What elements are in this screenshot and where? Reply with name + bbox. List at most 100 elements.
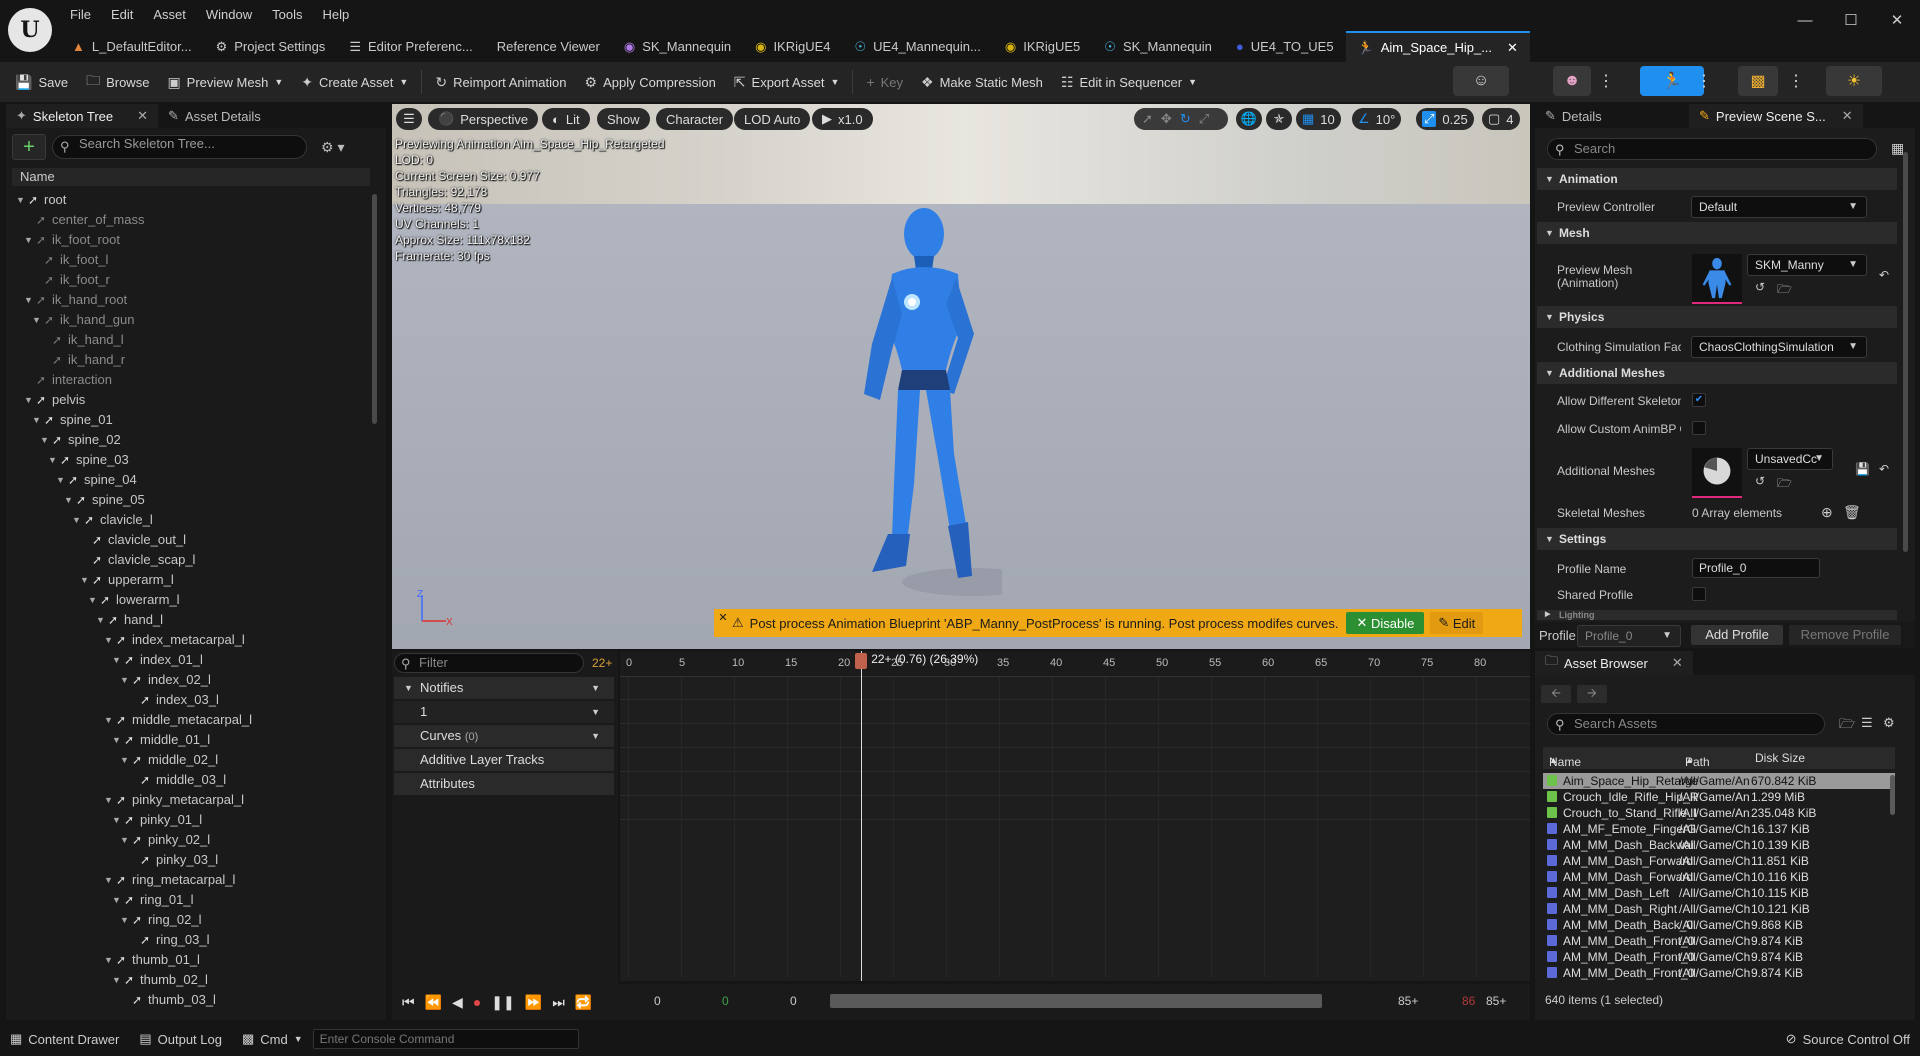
asset-row[interactable]: AM_MF_Emote_FingerG/All/Game/Ch 16.137 Ki… <box>1543 821 1895 837</box>
expand-icon[interactable]: ▼ <box>104 950 113 970</box>
close-icon[interactable]: ✕ <box>137 108 148 124</box>
camera-speed-button[interactable]: ▢ 4 <box>1482 108 1520 130</box>
timeline-area[interactable]: 0 5 10 15 20 25 30 35 40 45 50 55 60 65 70 75 80 22+ (0.… <box>620 651 1530 981</box>
close-icon[interactable]: ✕ <box>714 611 732 624</box>
asset-row[interactable]: AM_MM_Dash_Left/All/Game/Ch 10.115 KiB <box>1543 885 1895 901</box>
browse-button[interactable]: 🗀 Browse <box>77 67 158 97</box>
doc-tab[interactable]: ☉ UE4_Mannequin... <box>843 31 993 62</box>
unreal-logo[interactable]: U <box>8 8 52 52</box>
bone-row[interactable]: ▼ ➚ ik_hand_gun <box>12 310 368 330</box>
key-button[interactable]: + Key <box>857 67 912 97</box>
bone-row[interactable]: ▼ ➚ ring_02_l <box>12 910 368 930</box>
expand-icon[interactable]: ▼ <box>32 410 41 430</box>
doc-tab[interactable]: ▲ L_DefaultEditor... <box>60 31 204 62</box>
make-static-mesh-button[interactable]: ❖ Make Static Mesh <box>912 67 1052 97</box>
bone-row[interactable]: ➚ pinky_03_l <box>12 850 368 870</box>
expand-icon[interactable]: ▼ <box>64 490 73 510</box>
profile-name-input[interactable]: Profile_0 <box>1692 558 1820 578</box>
use-selected-icon[interactable]: ↺ <box>1755 280 1765 294</box>
chevron-down-icon[interactable]: ▼ <box>591 701 600 723</box>
output-log-button[interactable]: ▤ Output Log <box>129 1031 232 1047</box>
forward-icon[interactable]: 🡪 <box>1577 685 1607 703</box>
curves-track[interactable]: Curves (0) ▼ <box>394 725 614 747</box>
apply-compression-button[interactable]: ⚙ Apply Compression <box>576 67 725 97</box>
playback-speed-button[interactable]: ▶ x1.0 <box>812 108 873 130</box>
gear-icon[interactable]: ⚙ ▾ <box>321 139 344 156</box>
tree-scrollbar[interactable] <box>372 194 377 424</box>
expand-icon[interactable]: ▼ <box>112 970 121 990</box>
close-icon[interactable]: ✕ <box>1507 40 1518 56</box>
doc-tab[interactable]: ☰ Editor Preferenc... <box>337 31 484 62</box>
minimize-icon[interactable]: — <box>1782 0 1828 40</box>
doc-tab[interactable]: Reference Viewer <box>485 31 612 62</box>
asset-row[interactable]: AM_MM_Dash_Right/All/Game/Ch 10.121 KiB <box>1543 901 1895 917</box>
category-animation[interactable]: ▼ Animation <box>1537 168 1897 190</box>
scale-icon[interactable]: ⤢ <box>1199 111 1209 127</box>
rotate-icon[interactable]: ↻ <box>1180 111 1191 127</box>
viewport-menu-button[interactable]: ☰ <box>396 108 422 130</box>
world-space-button[interactable]: 🌐 <box>1236 108 1262 130</box>
doc-tab[interactable]: ◉ IKRigUE5 <box>993 31 1092 62</box>
bone-row[interactable]: ➚ interaction <box>12 370 368 390</box>
bone-row[interactable]: ▼ ➚ spine_03 <box>12 450 368 470</box>
chevron-down-icon[interactable]: ▼ <box>591 677 600 699</box>
asset-row[interactable]: AM_MM_Death_Back_0/All/Game/Ch 9.868 KiB <box>1543 917 1895 933</box>
expand-icon[interactable]: ▼ <box>104 710 113 730</box>
expand-icon[interactable]: ▼ <box>56 470 65 490</box>
bone-row[interactable]: ➚ clavicle_scap_l <box>12 550 368 570</box>
expand-icon[interactable]: ▼ <box>112 650 121 670</box>
bone-row[interactable]: ▼ ➚ spine_02 <box>12 430 368 450</box>
save-button[interactable]: 💾 Save <box>6 67 77 97</box>
disable-button[interactable]: ✕ Disable <box>1346 612 1425 634</box>
expand-icon[interactable]: ▼ <box>88 590 97 610</box>
expand-icon[interactable]: ▼ <box>120 830 129 850</box>
grid-snap-button[interactable]: ▦ 10 <box>1296 108 1341 130</box>
skeleton-mode-button[interactable]: ☺ <box>1453 66 1509 96</box>
asset-row[interactable]: AM_MM_Dash_Forward/All/Game/Ch 11.851 KiB <box>1543 853 1895 869</box>
expand-icon[interactable]: ▼ <box>120 670 129 690</box>
bone-row[interactable]: ➚ center_of_mass <box>12 210 368 230</box>
character-button[interactable]: Character <box>656 108 734 130</box>
console-input[interactable]: Enter Console Command <box>312 1029 579 1049</box>
notifies-track[interactable]: ▼ Notifies ▼ <box>394 677 614 699</box>
bone-row[interactable]: ▼ ➚ spine_01 <box>12 410 368 430</box>
bone-row[interactable]: ➚ index_03_l <box>12 690 368 710</box>
bone-row[interactable]: ▼ ➚ spine_05 <box>12 490 368 510</box>
browse-folder-icon[interactable]: 🗁 <box>1777 474 1792 495</box>
asset-row[interactable]: AM_MM_Death_Front_0/All/Game/Ch 9.874 KiB <box>1543 949 1895 965</box>
menu-edit[interactable]: Edit <box>101 0 143 28</box>
bone-row[interactable]: ▼ ➚ index_metacarpal_l <box>12 630 368 650</box>
bone-row[interactable]: ➚ middle_03_l <box>12 770 368 790</box>
back-icon[interactable]: 🡨 <box>1541 685 1571 703</box>
bone-row[interactable]: ▼ ➚ upperarm_l <box>12 570 368 590</box>
bone-row[interactable]: ▼ ➚ pinky_metacarpal_l <box>12 790 368 810</box>
source-control-button[interactable]: ⊘ Source Control Off <box>1776 1031 1920 1047</box>
add-bone-button[interactable]: + <box>12 134 46 160</box>
expand-icon[interactable]: ▼ <box>72 510 81 530</box>
filter-icon[interactable]: ☰ <box>1861 715 1873 731</box>
expand-icon[interactable]: ▼ <box>24 290 33 310</box>
category-physics[interactable]: ▼ Physics <box>1537 306 1897 328</box>
expand-icon[interactable]: ▼ <box>32 310 41 330</box>
browse-folder-icon[interactable]: 🗁 <box>1777 280 1792 301</box>
category-lighting[interactable]: ▶ Lighting <box>1537 610 1897 620</box>
bone-row[interactable]: ▼ ➚ ring_01_l <box>12 890 368 910</box>
asset-row[interactable]: AM_MM_Death_Front_0/All/Game/Ch 9.874 KiB <box>1543 933 1895 949</box>
bone-row[interactable]: ▼ ➚ pinky_01_l <box>12 810 368 830</box>
menu-asset[interactable]: Asset <box>143 0 196 28</box>
lit-button[interactable]: ◐ Lit <box>542 108 590 130</box>
doc-tab[interactable]: ☉ SK_Mannequin <box>1092 31 1224 62</box>
bone-row[interactable]: ▼ ➚ clavicle_l <box>12 510 368 530</box>
reset-icon[interactable]: ↶ <box>1879 462 1889 476</box>
asset-row[interactable]: AM_MM_Dash_Forward/All/Game/Ch 10.116 KiB <box>1543 869 1895 885</box>
rotation-snap-button[interactable]: ∠ 10° <box>1352 108 1402 130</box>
skeleton-search-input[interactable]: ⚲ Search Skeleton Tree... <box>52 135 307 159</box>
scale-snap-button[interactable]: ⤢ 0.25 <box>1416 108 1474 130</box>
bone-row[interactable]: ▼ ➚ index_01_l <box>12 650 368 670</box>
asset-search-input[interactable]: ⚲ Search Assets <box>1547 713 1825 735</box>
mesh-mode-button[interactable]: ☻ <box>1553 66 1591 96</box>
expand-icon[interactable]: ▼ <box>16 190 25 210</box>
edit-button[interactable]: ✎ Edit <box>1430 612 1484 634</box>
tab-asset-details[interactable]: ✎ Asset Details <box>158 104 271 128</box>
details-search-input[interactable]: ⚲ Search <box>1547 138 1877 160</box>
